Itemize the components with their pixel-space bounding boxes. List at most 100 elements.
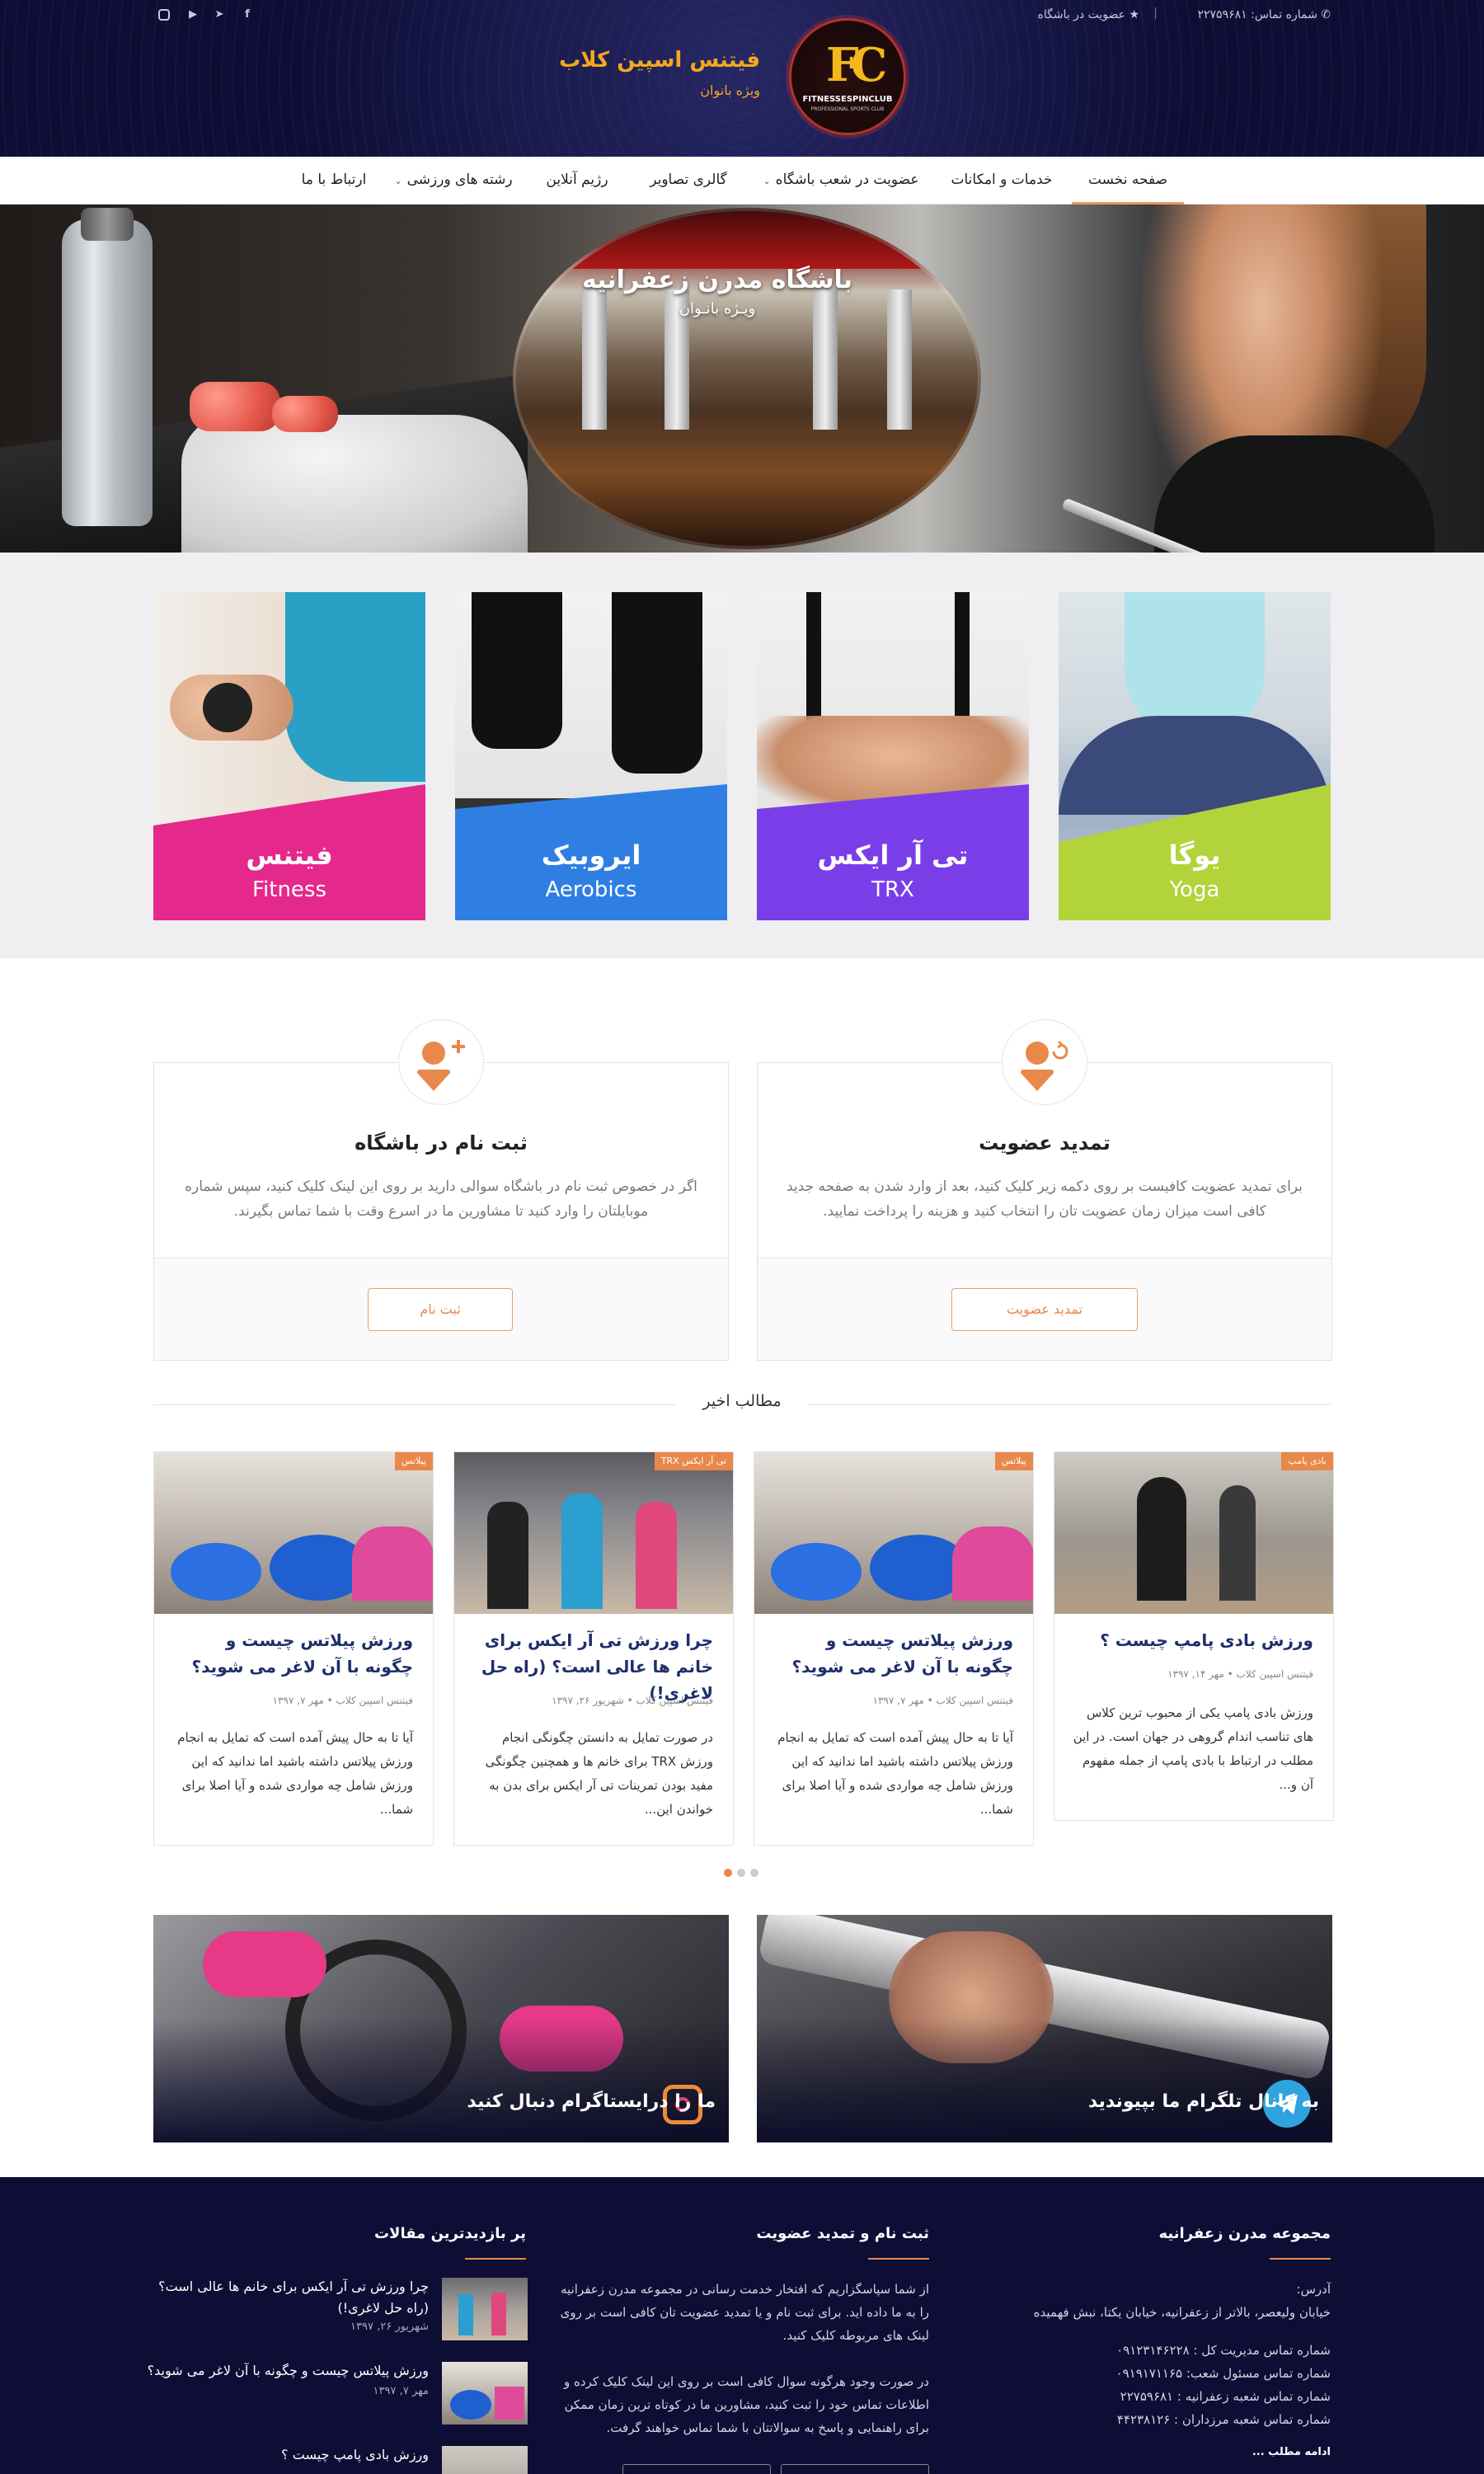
category-trx[interactable]: تی آر ایکس TRX bbox=[757, 592, 1029, 920]
post-excerpt: در صورت تمایل به دانستن چگونگی انجام ورز… bbox=[485, 1730, 713, 1817]
post-title[interactable]: ورزش پیلاتس چیست و چگونه با آن لاغر می ش… bbox=[172, 1627, 413, 1680]
category-fitness[interactable]: فیتنس Fitness bbox=[153, 592, 425, 920]
category-title-fa: ایروبیک bbox=[541, 840, 641, 871]
nav-membership-label: عضویت در شعب باشگاه bbox=[775, 172, 919, 188]
banner-shade bbox=[757, 2019, 1332, 2142]
read-more-link[interactable]: ادامه مطلب ... bbox=[1001, 2441, 1331, 2464]
footer-renew-button[interactable] bbox=[781, 2464, 929, 2474]
post-tag[interactable]: پیلاتس bbox=[394, 1452, 433, 1470]
instagram-icon[interactable] bbox=[158, 9, 170, 21]
logo[interactable]: FC FITNESSESPINCLUB PROFESSIONAL SPORTS … bbox=[789, 18, 906, 135]
post-author: فیتنس اسپین کلاب bbox=[336, 1695, 413, 1706]
nav-services[interactable]: خدمات و امکانات bbox=[940, 157, 1064, 205]
post-card[interactable]: بادی پامپ ورزش بادی پامپ چیست ؟ فیتنس اس… bbox=[1054, 1451, 1334, 1821]
nav-home[interactable]: صفحه نخست bbox=[1072, 157, 1184, 205]
footer-popular-title: پر بازدیدترین مقالات bbox=[373, 2225, 526, 2242]
popular-post-title[interactable]: ورزش پیلاتس چیست و چگونه با آن لاغر می ش… bbox=[140, 2360, 429, 2382]
carousel-dot-active[interactable] bbox=[724, 1869, 732, 1877]
title-underline bbox=[465, 2258, 526, 2260]
popular-thumb[interactable] bbox=[442, 2446, 528, 2474]
nav-membership[interactable]: عضویت در شعب باشگاه ⌄ bbox=[750, 157, 932, 205]
facebook-icon[interactable]: f bbox=[241, 8, 254, 21]
thumb-ball bbox=[450, 2390, 491, 2420]
carousel-dot[interactable] bbox=[737, 1869, 745, 1877]
popular-thumb[interactable] bbox=[442, 2278, 528, 2340]
post-meta: فیتنس اسپین کلاب • مهر ۷, ۱۳۹۷ bbox=[272, 1695, 413, 1706]
post-figure bbox=[1137, 1477, 1186, 1601]
register-icon bbox=[398, 1019, 484, 1105]
post-tag[interactable]: پیلاتس bbox=[994, 1452, 1033, 1470]
renew-title: تمدید عضویت bbox=[979, 1131, 1111, 1155]
post-card[interactable]: پیلاتس ورزش پیلاتس چیست و چگونه با آن لا… bbox=[153, 1451, 434, 1846]
hero-banner bbox=[0, 205, 1484, 553]
post-figure bbox=[352, 1526, 433, 1601]
logo-mark: FC bbox=[826, 38, 887, 92]
post-image bbox=[454, 1452, 733, 1614]
phone-icon: ✆ bbox=[1321, 8, 1331, 21]
nav-home-label: صفحه نخست bbox=[1087, 172, 1168, 188]
thumb-figure bbox=[458, 2294, 473, 2335]
brand-subtitle: ویژه بانوان bbox=[700, 82, 760, 98]
category-title-en: Yoga bbox=[1169, 877, 1220, 902]
telegram-icon[interactable]: ➤ bbox=[213, 8, 226, 21]
popular-post-title[interactable]: ورزش بادی پامپ چیست ؟ bbox=[140, 2444, 429, 2466]
post-title[interactable]: ورزش پیلاتس چیست و چگونه با آن لاغر می ش… bbox=[773, 1627, 1013, 1680]
title-underline bbox=[1270, 2258, 1331, 2260]
carousel-dot[interactable] bbox=[750, 1869, 758, 1877]
telegram-banner-text: به کانال تلگرام ما بپیوندید bbox=[1087, 2091, 1319, 2112]
gym-interior-image bbox=[513, 208, 981, 549]
category-title-en: TRX bbox=[871, 877, 914, 902]
nav-contact[interactable]: ارتباط با ما bbox=[289, 157, 379, 205]
pink-shoe-image bbox=[203, 1931, 326, 1997]
sport-categories: یوگا Yoga تی آر ایکس TRX ایروبیک Aerobic… bbox=[0, 553, 1484, 958]
dumbbell-image bbox=[272, 396, 338, 432]
renew-button[interactable]: تمدید عضویت bbox=[951, 1288, 1138, 1331]
chevron-down-icon: ⌄ bbox=[763, 176, 771, 186]
post-figure bbox=[1219, 1485, 1256, 1601]
post-excerpt: آیا تا به حال پیش آمده است که تمایل به ا… bbox=[177, 1730, 413, 1817]
category-title-en: Fitness bbox=[251, 877, 327, 902]
category-title-fa: فیتنس bbox=[246, 840, 333, 871]
popular-post-title[interactable]: چرا ورزش تی آر ایکس برای خانم ها عالی اس… bbox=[140, 2276, 429, 2319]
post-figure bbox=[487, 1502, 528, 1609]
post-card[interactable]: پیلاتس ورزش پیلاتس چیست و چگونه با آن لا… bbox=[754, 1451, 1034, 1846]
membership-link[interactable]: ★ عضویت در باشگاه bbox=[1037, 8, 1139, 21]
post-figure bbox=[561, 1493, 603, 1609]
thumb-figure bbox=[495, 2387, 524, 2420]
hero-subtitle: ویـژه بانـوان bbox=[679, 300, 756, 317]
youtube-icon[interactable]: ▶ bbox=[186, 8, 200, 21]
nav-gallery-label: گالری تصاویر bbox=[650, 172, 727, 188]
post-tag[interactable]: بادی پامپ bbox=[1281, 1452, 1333, 1470]
nav-sports[interactable]: رشته های ورزشی ⌄ bbox=[387, 157, 519, 205]
category-aerobics[interactable]: ایروبیک Aerobics bbox=[455, 592, 727, 920]
woman-top-image bbox=[1154, 435, 1435, 553]
post-date: مهر ۱۴, ۱۳۹۷ bbox=[1167, 1668, 1224, 1680]
main-nav: صفحه نخست خدمات و امکانات عضویت در شعب ب… bbox=[0, 157, 1484, 205]
renew-description: برای تمدید عضویت کافیست بر روی دکمه زیر … bbox=[786, 1178, 1303, 1220]
address-text: خیابان ولیعصر، بالاتر از زعفرانیه، خیابا… bbox=[1033, 2305, 1331, 2320]
popular-thumb[interactable] bbox=[442, 2362, 528, 2425]
chevron-down-icon: ⌄ bbox=[394, 176, 402, 186]
nav-diet[interactable]: رژیم آنلاین bbox=[528, 157, 627, 205]
post-tag[interactable]: تی آر ایکس TRX bbox=[654, 1452, 733, 1470]
signup-paragraph: از شما سپاسگزاریم که افتخار خدمت رسانی د… bbox=[560, 2282, 929, 2343]
post-figure bbox=[952, 1526, 1033, 1601]
post-card[interactable]: تی آر ایکس TRX چرا ورزش تی آر ایکس برای … bbox=[453, 1451, 734, 1846]
category-yoga[interactable]: یوگا Yoga bbox=[1059, 592, 1331, 920]
footer-register-button[interactable] bbox=[622, 2464, 771, 2474]
nav-contact-label: ارتباط با ما bbox=[301, 172, 367, 188]
post-title[interactable]: ورزش بادی پامپ چیست ؟ bbox=[1073, 1627, 1313, 1653]
thumb-figure bbox=[491, 2293, 506, 2335]
trx-strap bbox=[955, 592, 970, 716]
category-title-fa: تی آر ایکس bbox=[817, 840, 969, 871]
trx-strap bbox=[806, 592, 821, 724]
recent-posts-title: مطالب اخیر bbox=[676, 1392, 808, 1410]
nav-gallery[interactable]: گالری تصاویر bbox=[635, 157, 742, 205]
logo-tagline: PROFESSIONAL SPORTS CLUB bbox=[810, 106, 885, 112]
post-date: مهر ۷, ۱۳۹۷ bbox=[872, 1695, 924, 1706]
popular-post-date: مهر ۷, ۱۳۹۷ bbox=[373, 2385, 429, 2397]
logo-word: FITNESSESPINCLUB bbox=[802, 95, 893, 104]
post-image bbox=[1054, 1452, 1333, 1614]
post-figure bbox=[636, 1502, 677, 1609]
register-button[interactable]: ثبت نام bbox=[368, 1288, 513, 1331]
